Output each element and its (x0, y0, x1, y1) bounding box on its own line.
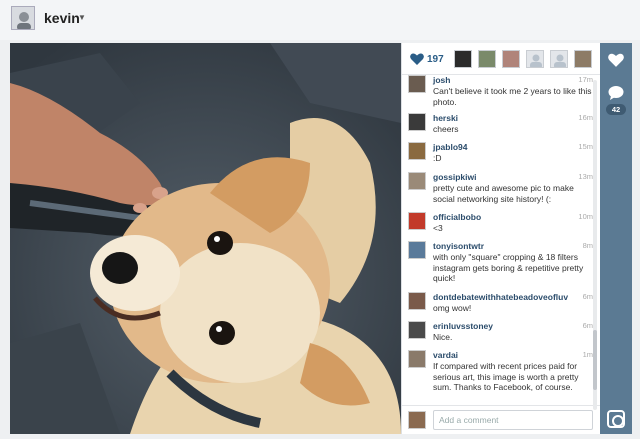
default-avatar-icon (530, 54, 542, 67)
likes-bar: 197 (402, 43, 601, 75)
main-photo (10, 43, 401, 434)
avatar-image (12, 7, 34, 29)
commenter-avatar[interactable] (408, 241, 426, 259)
liker-avatar[interactable] (478, 50, 496, 68)
default-avatar-icon (554, 54, 566, 67)
add-comment-bar (402, 405, 601, 434)
action-column: 42 (600, 43, 632, 434)
commenter-avatar[interactable] (408, 212, 426, 230)
comment-username[interactable]: vardai (433, 350, 458, 360)
comment-time: 15m (578, 142, 593, 151)
comment-count-badge[interactable]: 42 (606, 104, 626, 115)
comment-username[interactable]: gossipkiwi (433, 172, 476, 182)
comment-text: with only "square" cropping & 18 filters… (433, 252, 584, 283)
liker-avatar[interactable] (454, 50, 472, 68)
username[interactable]: kevin (44, 10, 80, 26)
commenter-avatar[interactable] (408, 321, 426, 339)
liker-avatar[interactable] (574, 50, 592, 68)
user-avatar[interactable] (11, 6, 35, 30)
comment-username[interactable]: jpablo94 (433, 142, 467, 152)
comment-time: 13m (578, 172, 593, 181)
scroll-thumb[interactable] (593, 330, 597, 390)
commenter-avatar[interactable] (408, 75, 426, 93)
commenter-avatar[interactable] (408, 113, 426, 131)
heart-icon[interactable] (410, 53, 424, 65)
instagram-camera-icon[interactable] (607, 410, 625, 428)
like-heart-icon[interactable] (608, 53, 624, 67)
liker-avatar[interactable] (502, 50, 520, 68)
comments-list[interactable]: josh 17m Can't believe it took me 2 year… (402, 75, 601, 405)
comments-scrollbar[interactable] (593, 80, 597, 410)
comment-input[interactable] (433, 410, 593, 430)
comment-username[interactable]: officialbobo (433, 212, 481, 222)
comment-text: <3 (433, 223, 443, 233)
comment-username[interactable]: tonyisontwtr (433, 241, 484, 251)
comment-text: pretty cute and awesome pic to make soci… (433, 183, 574, 204)
comment-text: Nice. (433, 332, 453, 342)
chevron-down-icon[interactable]: ▼ (78, 13, 86, 22)
commenter-avatar[interactable] (408, 172, 426, 190)
dog-photo-image (10, 43, 401, 434)
comment-time: 10m (578, 212, 593, 221)
like-count[interactable]: 197 (427, 54, 444, 65)
comment-username[interactable]: erinluvsstoney (433, 321, 493, 331)
liker-avatar[interactable] (550, 50, 568, 68)
comment-text: :D (433, 153, 442, 163)
comment-text: omg wow! (433, 303, 472, 313)
comment-bubble-icon[interactable] (608, 85, 624, 101)
comment-text: If compared with recent prices paid for … (433, 361, 579, 392)
comment-username[interactable]: josh (433, 75, 450, 85)
top-header: kevin ▼ (0, 0, 640, 40)
comment-text: Can't believe it took me 2 years to like… (433, 86, 592, 107)
comment-username[interactable]: dontdebatewithhatebeadoveofluv (433, 292, 568, 302)
commenter-avatar[interactable] (408, 142, 426, 160)
commenter-avatar[interactable] (408, 292, 426, 310)
comment-time: 1m (582, 350, 593, 359)
comment-time: 6m (582, 292, 593, 301)
comment-text: cheers (433, 124, 459, 134)
comment-time: 6m (582, 321, 593, 330)
comment-time: 16m (578, 113, 593, 122)
comment-time: 17m (578, 75, 593, 84)
liker-avatar[interactable] (526, 50, 544, 68)
comment-time: 8m (582, 241, 593, 250)
photo-detail-panel: 197 josh 17m Can't believe it took me 2 … (401, 43, 601, 434)
current-user-avatar (408, 411, 426, 429)
comment-username[interactable]: herski (433, 113, 458, 123)
commenter-avatar[interactable] (408, 350, 426, 368)
